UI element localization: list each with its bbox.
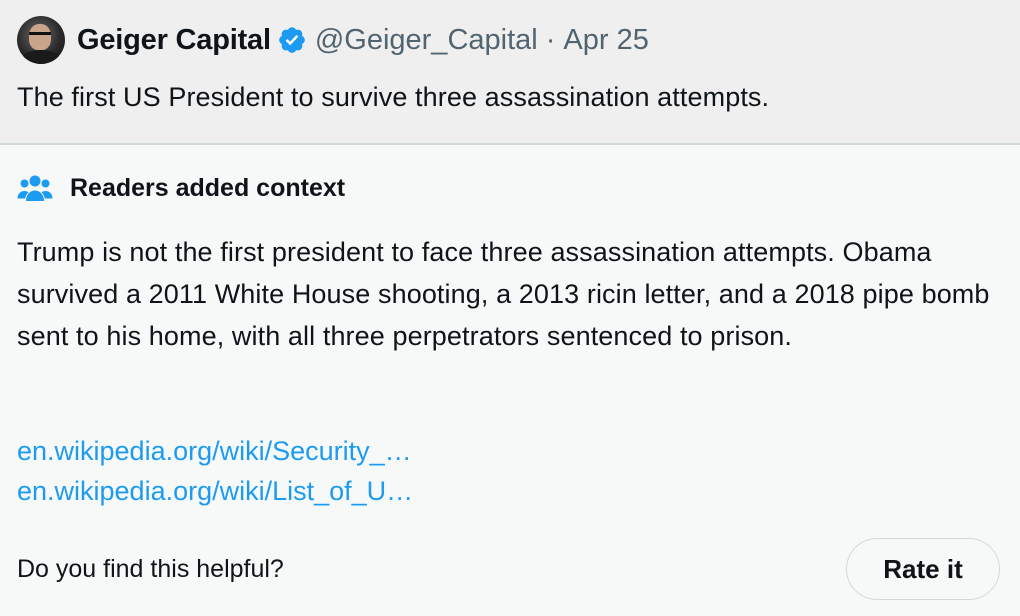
community-note-body: Trump is not the first president to face… [17, 237, 990, 351]
people-icon [17, 175, 53, 201]
separator-dot: · [545, 23, 556, 56]
rate-it-button[interactable]: Rate it [846, 538, 1000, 600]
source-link-2[interactable]: en.wikipedia.org/wiki/List_of_U… [17, 471, 413, 511]
tweet-text: The first US President to survive three … [17, 82, 770, 112]
display-name[interactable]: Geiger Capital [77, 24, 271, 57]
tweet[interactable]: Geiger Capital @Geiger_Capital · Apr 25 … [0, 0, 1020, 145]
helpful-question: Do you find this helpful? [17, 554, 284, 583]
verified-badge-icon [279, 27, 305, 53]
community-note-header: Readers added context [17, 173, 345, 203]
community-note-title: Readers added context [70, 173, 346, 202]
source-link-1[interactable]: en.wikipedia.org/wiki/Security_… [17, 431, 413, 471]
community-note: Readers added context Trump is not the f… [0, 145, 1020, 616]
user-handle[interactable]: @Geiger_Capital [315, 24, 538, 57]
avatar[interactable] [17, 16, 65, 64]
post-date[interactable]: Apr 25 [563, 24, 648, 57]
tweet-header: Geiger Capital @Geiger_Capital · Apr 25 [17, 15, 649, 65]
source-links: en.wikipedia.org/wiki/Security_… en.wiki… [17, 431, 413, 511]
helpful-prompt-row: Do you find this helpful? Rate it [17, 537, 1000, 601]
